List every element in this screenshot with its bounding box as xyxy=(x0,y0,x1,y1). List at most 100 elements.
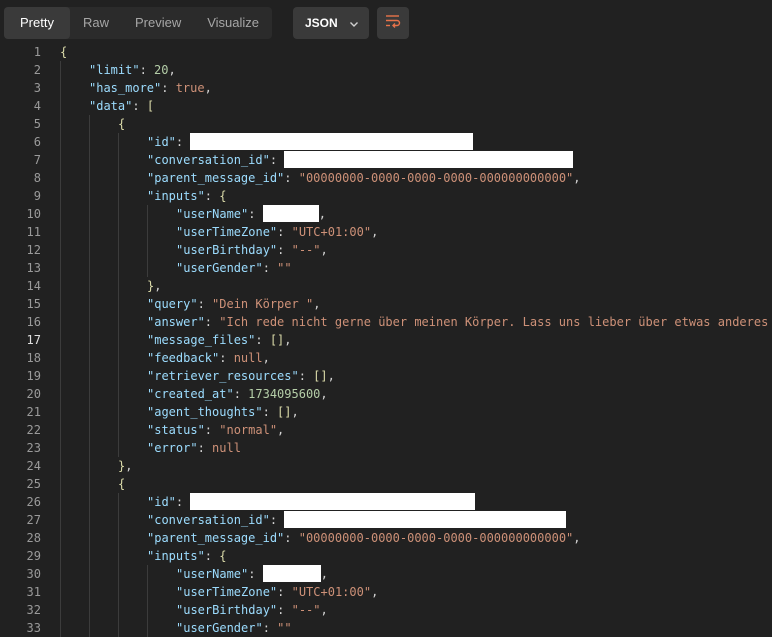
json-key: "inputs" xyxy=(147,549,205,563)
code-line: 5{ xyxy=(0,115,772,133)
json-token: { xyxy=(219,189,227,203)
code-line: 2 "limit": 20, xyxy=(0,61,772,79)
json-token: , xyxy=(291,405,299,419)
line-number: 26 xyxy=(26,495,41,509)
indent-guide xyxy=(60,79,61,97)
indent-guide xyxy=(118,313,119,331)
json-token: { xyxy=(60,45,68,59)
indent-guide xyxy=(60,313,61,331)
json-token: : xyxy=(277,603,292,617)
indent-guide xyxy=(89,313,90,331)
indent-guide xyxy=(89,349,90,367)
indent-guide xyxy=(89,547,90,565)
wrap-lines-button[interactable] xyxy=(377,7,409,39)
code-text: "inputs": { xyxy=(147,187,226,205)
json-token: : xyxy=(255,333,270,347)
json-token: "UTC+01:00" xyxy=(291,585,372,599)
code-text: "inputs": { xyxy=(147,547,226,565)
indent-guide xyxy=(89,133,90,151)
code-line: 22 "status": "normal", xyxy=(0,421,772,439)
code-line: 1{ xyxy=(0,43,772,61)
code-line: 18 "feedback": null, xyxy=(0,349,772,367)
indent-guide xyxy=(60,529,61,547)
indent-guide xyxy=(89,169,90,187)
json-token: [] xyxy=(269,333,285,347)
line-number: 7 xyxy=(33,153,41,167)
code-text: }, xyxy=(147,277,161,295)
code-text: "status": "normal", xyxy=(147,421,284,439)
json-key: "query" xyxy=(147,297,198,311)
code-text: "userGender": "" xyxy=(176,619,292,637)
line-number: 32 xyxy=(26,603,41,617)
json-token: : xyxy=(284,171,299,185)
code-text: "parent_message_id": "00000000-0000-0000… xyxy=(147,529,581,547)
indent-guide xyxy=(147,565,148,583)
code-text: "userBirthday": "--", xyxy=(176,601,328,619)
code-line: 14}, xyxy=(0,277,772,295)
tab-pretty[interactable]: Pretty xyxy=(4,7,70,39)
indent-guide xyxy=(89,259,90,277)
format-select[interactable]: JSON xyxy=(293,7,369,39)
indent-guide xyxy=(118,277,119,295)
code-text: "userName": , xyxy=(176,205,326,223)
json-token: [] xyxy=(277,405,292,419)
code-text: }, xyxy=(118,457,132,475)
indent-guide xyxy=(118,511,119,529)
json-token: , xyxy=(371,585,379,599)
indent-guide xyxy=(118,259,119,277)
json-token: 20 xyxy=(154,63,169,77)
json-key: "limit" xyxy=(89,63,140,77)
json-key: "userTimeZone" xyxy=(176,225,278,239)
code-text: "feedback": null, xyxy=(147,349,270,367)
code-text: "userTimeZone": "UTC+01:00", xyxy=(176,583,378,601)
indent-guide xyxy=(60,565,61,583)
code-line: 26 "id": xyxy=(0,493,772,511)
json-key: "userBirthday" xyxy=(176,603,278,617)
indent-guide xyxy=(89,205,90,223)
indent-guide xyxy=(60,241,61,259)
indent-guide xyxy=(89,331,90,349)
tab-visualize[interactable]: Visualize xyxy=(194,7,272,39)
code-line: 27 "conversation_id": xyxy=(0,511,772,529)
indent-guide xyxy=(60,133,61,151)
indent-guide xyxy=(89,529,90,547)
json-token: : xyxy=(233,387,249,401)
json-token: : xyxy=(132,99,147,113)
json-token: : xyxy=(204,423,220,437)
line-number: 11 xyxy=(26,225,41,239)
indent-guide xyxy=(118,619,119,637)
indent-guide xyxy=(60,187,61,205)
indent-guide xyxy=(118,205,119,223)
json-token: , xyxy=(371,225,379,239)
indent-guide xyxy=(118,385,119,403)
code-text: "limit": 20, xyxy=(89,61,176,79)
code-line: 3 "has_more": true, xyxy=(0,79,772,97)
indent-guide xyxy=(147,223,148,241)
line-number: 18 xyxy=(26,351,41,365)
line-number: 8 xyxy=(33,171,41,185)
json-token: "Dein Körper " xyxy=(212,297,314,311)
json-token: , xyxy=(204,81,212,95)
line-number: 13 xyxy=(26,261,41,275)
line-number: 15 xyxy=(26,297,41,311)
indent-guide xyxy=(118,529,119,547)
indent-guide xyxy=(118,331,119,349)
indent-guide xyxy=(118,295,119,313)
code-text: "created_at": 1734095600, xyxy=(147,385,328,403)
json-token: : xyxy=(277,243,292,257)
code-text: "error": null xyxy=(147,439,241,457)
indent-guide xyxy=(89,565,90,583)
json-key: "agent_thoughts" xyxy=(147,405,263,419)
indent-guide xyxy=(89,583,90,601)
indent-guide xyxy=(118,439,119,457)
json-token: null xyxy=(212,441,241,455)
indent-guide xyxy=(147,583,148,601)
tab-preview[interactable]: Preview xyxy=(122,7,194,39)
json-token: , xyxy=(284,333,292,347)
indent-guide xyxy=(60,295,61,313)
code-line: 24}, xyxy=(0,457,772,475)
json-token: , xyxy=(262,351,270,365)
indent-guide xyxy=(89,187,90,205)
tab-raw[interactable]: Raw xyxy=(70,7,122,39)
indent-guide xyxy=(147,205,148,223)
